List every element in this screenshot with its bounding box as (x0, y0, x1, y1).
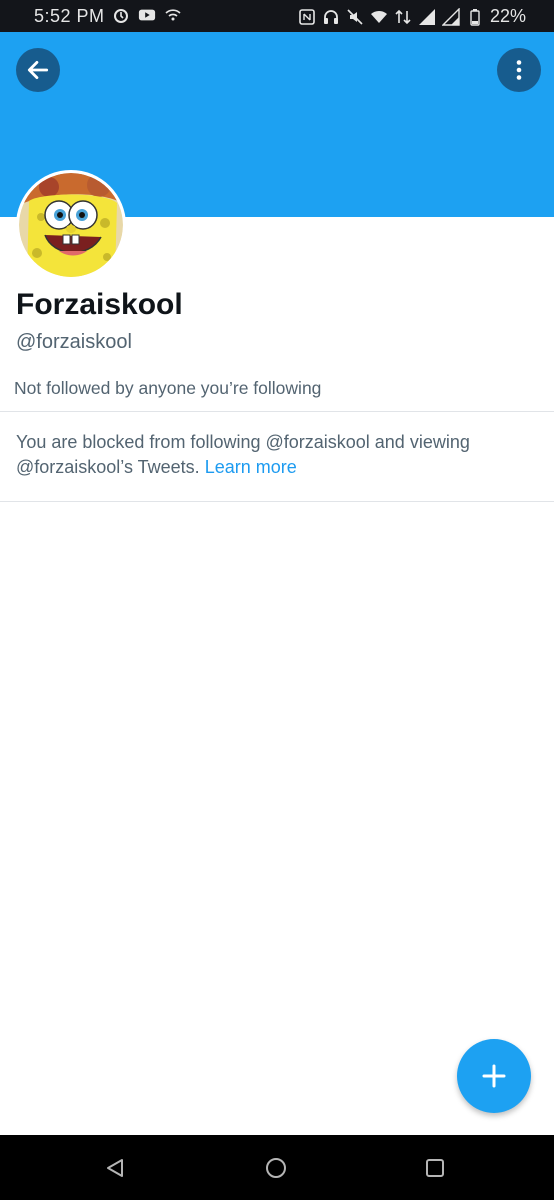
youtube-icon (138, 9, 156, 21)
wifi-signal-icon (370, 10, 387, 23)
arrow-left-icon (27, 61, 49, 79)
avatar-image (19, 173, 123, 277)
divider (0, 501, 554, 502)
divider (0, 411, 554, 412)
alarm-icon (114, 9, 128, 23)
mute-icon (347, 8, 363, 25)
profile-handle: @forzaiskool (16, 331, 132, 353)
compose-tweet-button[interactable] (457, 1039, 531, 1113)
system-back-button[interactable] (102, 1155, 128, 1181)
status-time: 5:52 PM (34, 6, 105, 26)
plus-icon (482, 1064, 506, 1088)
battery-icon (470, 8, 480, 26)
blocked-notice: You are blocked from following @forzaisk… (16, 430, 536, 480)
more-options-button[interactable] (497, 48, 541, 92)
learn-more-link[interactable]: Learn more (205, 457, 297, 477)
nfc-icon (299, 8, 315, 25)
back-button[interactable] (16, 48, 60, 92)
system-navigation-bar (0, 1135, 554, 1200)
headset-icon (323, 9, 338, 24)
followed-by-text: Not followed by anyone you’re following (14, 378, 322, 398)
system-recents-button[interactable] (422, 1155, 448, 1181)
data-icon (395, 9, 411, 24)
square-recents-icon (426, 1159, 444, 1177)
status-bar: 5:52 PM 22% (0, 0, 554, 32)
status-system-icons: 22% (298, 6, 526, 27)
triangle-back-icon (107, 1159, 123, 1177)
system-home-button[interactable] (263, 1155, 289, 1181)
avatar[interactable] (16, 170, 126, 280)
profile-display-name: Forzaiskool (16, 288, 183, 321)
cell-signal-icon (441, 7, 460, 26)
wifi-icon (165, 9, 181, 21)
more-vertical-icon (516, 60, 522, 80)
status-notification-icons (112, 6, 182, 24)
cell-signal-icon (418, 8, 435, 25)
circle-home-icon (266, 1158, 286, 1178)
battery-percentage: 22% (489, 6, 526, 26)
